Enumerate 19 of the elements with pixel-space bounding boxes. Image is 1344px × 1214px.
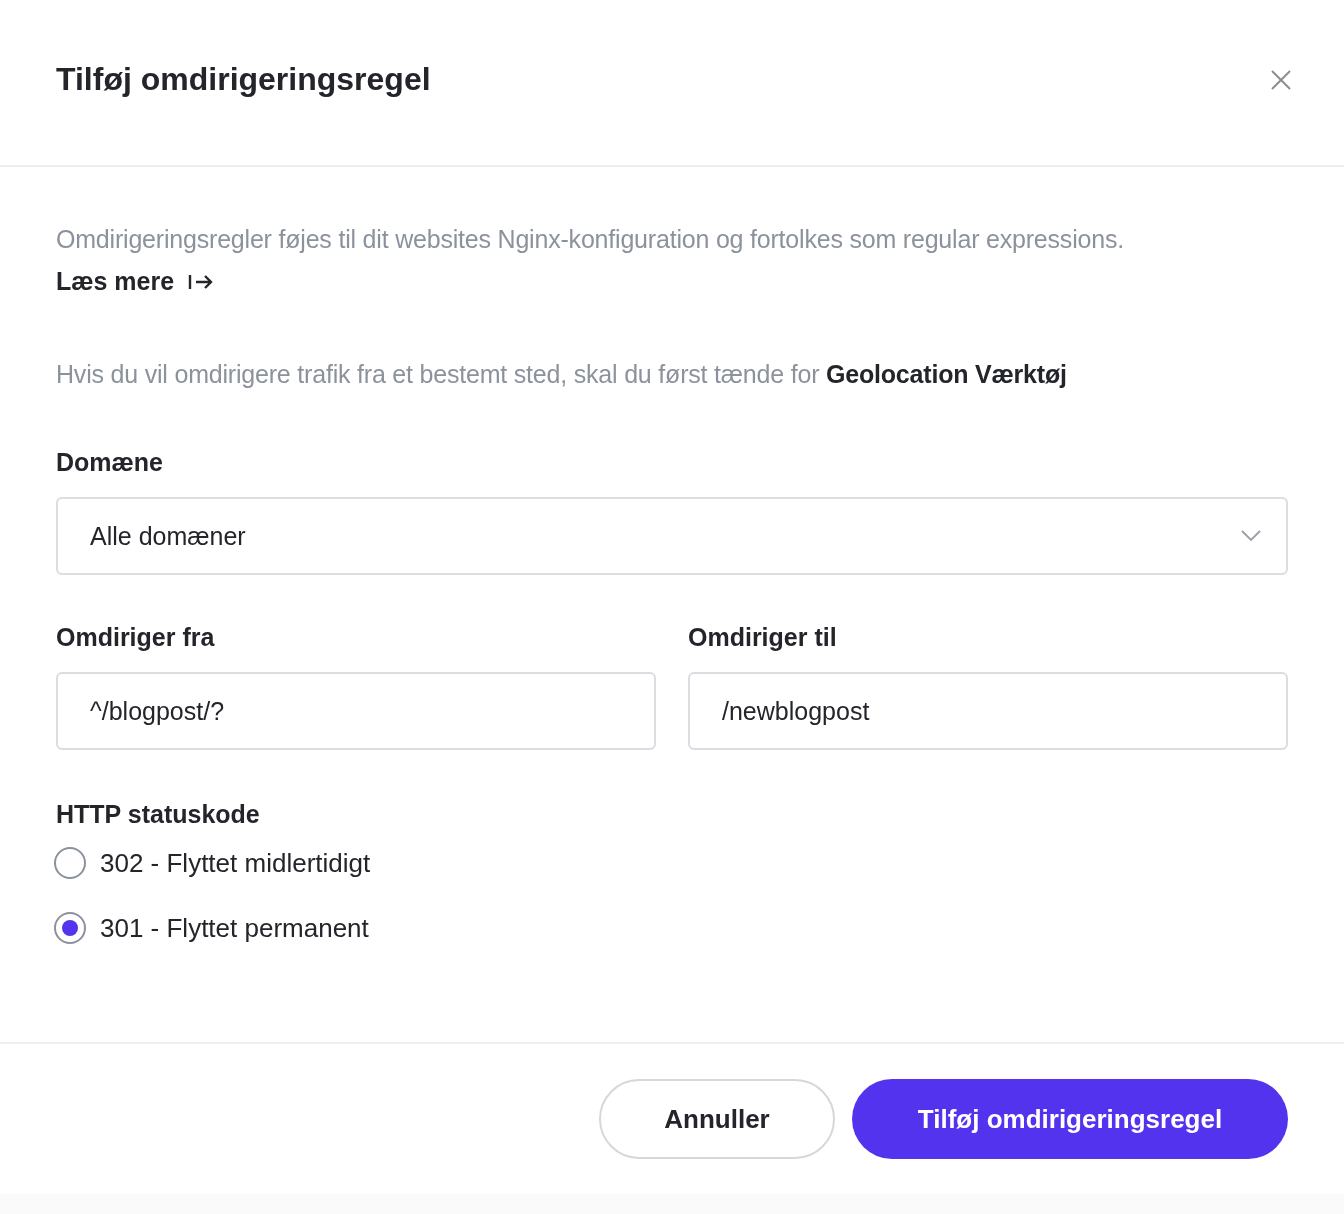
field-label: HTTP statuskode xyxy=(56,800,261,829)
chevron-down-icon xyxy=(1240,529,1262,543)
field-label: Omdiriger til xyxy=(688,623,838,652)
cancel-button[interactable]: Annuller xyxy=(599,1079,835,1159)
intro-text: Omdirigeringsregler føjes til dit websites Nginx-konfiguration og fortolkes som regular expressions. xyxy=(56,224,1125,255)
submit-button[interactable]: Tilføj omdirigeringsregel xyxy=(852,1079,1288,1159)
field-label: Omdiriger fra xyxy=(56,623,216,652)
radio-button[interactable] xyxy=(54,847,86,879)
dialog-title: Tilføj omdirigeringsregel xyxy=(56,61,431,98)
radio-label[interactable]: 301 - Flyttet permanent xyxy=(100,912,369,944)
read-more-link[interactable]: Læs mere xyxy=(56,267,175,296)
radio-button[interactable] xyxy=(54,912,86,944)
text-field[interactable]: /newblogpost xyxy=(688,672,1288,750)
field-label: Domæne xyxy=(56,448,164,477)
info-text: Hvis du vil omdirigere trafik fra et bestemt sted, skal du først tænde for Geolocation Værktøj xyxy=(56,359,1068,390)
close-icon[interactable] xyxy=(1270,68,1292,91)
radio-label[interactable]: 302 - Flyttet midlertidigt xyxy=(100,847,371,879)
text-field[interactable]: ^/blogpost/? xyxy=(56,672,656,750)
domain-dropdown[interactable]: Alle domæner xyxy=(56,497,1288,575)
